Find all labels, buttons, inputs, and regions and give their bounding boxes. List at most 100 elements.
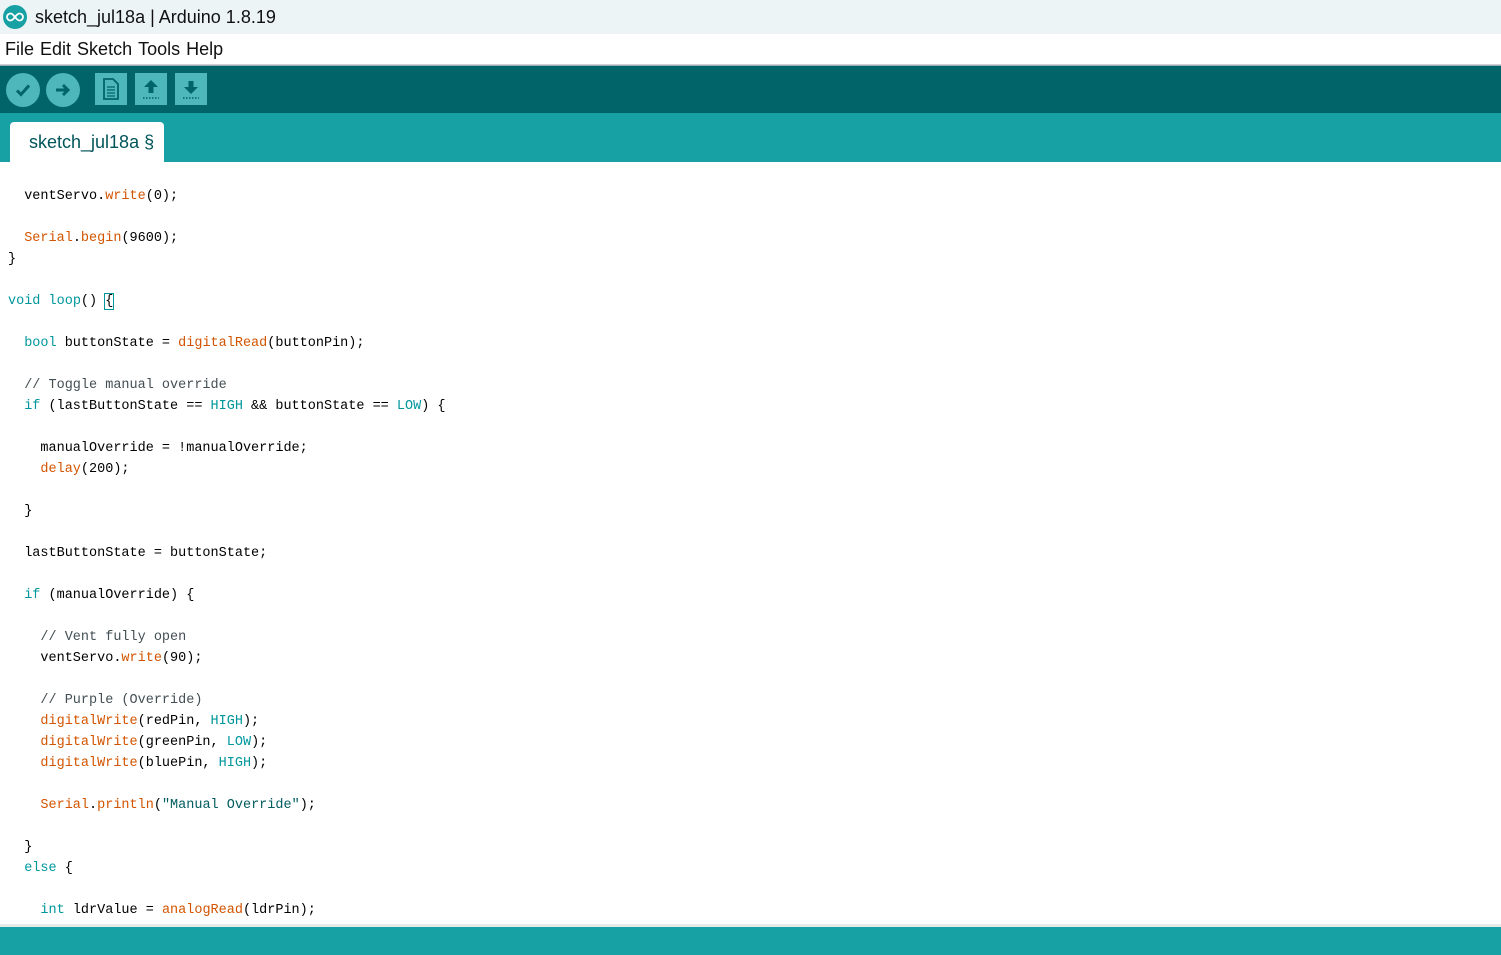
code-token: LOW — [226, 735, 252, 750]
arrow-up-icon — [143, 80, 159, 99]
code-token: delay — [40, 462, 81, 477]
code-token: digitalWrite — [40, 756, 138, 771]
code-token: () — [80, 294, 106, 309]
code-token: else — [24, 861, 57, 876]
code-line: digitalWrite(bluePin, HIGH); — [8, 753, 446, 774]
code-line: } — [8, 249, 446, 270]
menu-tools[interactable]: Tools — [138, 39, 181, 60]
code-token: Serial — [40, 798, 90, 813]
code-line: // Toggle manual override — [8, 375, 446, 396]
arrow-right-icon — [56, 83, 71, 97]
code-line: ventServo.write(90); — [8, 648, 446, 669]
code-token: // Vent fully open — [8, 630, 187, 645]
code-token: begin — [80, 231, 122, 246]
code-token: manualOverride = !manualOverride; — [8, 441, 308, 456]
code-token: ); — [251, 756, 268, 771]
code-token: (9600); — [121, 231, 179, 246]
code-line: } — [8, 501, 446, 522]
code-token: write — [105, 189, 146, 204]
save-button[interactable] — [175, 73, 207, 105]
code-token: } — [8, 840, 33, 855]
code-token: ); — [251, 735, 268, 750]
code-text[interactable]: ventServo.write(0); Serial.begin(9600);}… — [8, 186, 446, 921]
code-token: . — [89, 798, 98, 813]
code-token: "Manual Override" — [161, 798, 300, 813]
code-line: digitalWrite(redPin, HIGH); — [8, 711, 446, 732]
code-line: lastButtonState = buttonState; — [8, 543, 446, 564]
upload-button[interactable] — [46, 73, 80, 107]
code-token: HIGH — [218, 756, 252, 771]
open-button[interactable] — [135, 73, 167, 105]
code-line: manualOverride = !manualOverride; — [8, 438, 446, 459]
code-token: ventServo. — [8, 651, 122, 666]
code-token: int — [40, 903, 65, 918]
code-line: Serial.println("Manual Override"); — [8, 795, 446, 816]
code-token: && buttonState == — [242, 399, 397, 414]
code-line: } — [8, 837, 446, 858]
code-line: ventServo.write(0); — [8, 186, 446, 207]
window-title: sketch_jul18a | Arduino 1.8.19 — [35, 6, 276, 27]
code-line: int ldrValue = analogRead(ldrPin); — [8, 900, 446, 921]
code-token: (0); — [145, 189, 179, 204]
code-line: delay(200); — [8, 459, 446, 480]
check-icon — [15, 84, 31, 97]
code-token: { — [104, 293, 115, 310]
code-token: (200); — [80, 462, 130, 477]
new-button[interactable] — [95, 73, 127, 105]
code-token: ); — [299, 798, 316, 813]
code-token: analogRead — [161, 903, 243, 918]
toolbar — [0, 65, 1501, 114]
code-line: if (manualOverride) { — [8, 585, 446, 606]
code-line: bool buttonState = digitalRead(buttonPin… — [8, 333, 446, 354]
code-token: HIGH — [210, 714, 243, 729]
code-token: (redPin, — [137, 714, 211, 729]
arrow-down-icon — [183, 81, 199, 99]
menu-sketch[interactable]: Sketch — [77, 39, 133, 60]
code-token: LOW — [396, 399, 422, 414]
code-token: ldrValue = — [64, 903, 162, 918]
code-token: (buttonPin); — [267, 336, 365, 351]
tab-bar: sketch_jul18a § — [0, 113, 1501, 162]
code-token: digitalWrite — [40, 714, 138, 729]
menu-edit[interactable]: Edit — [40, 39, 72, 60]
code-line: if (lastButtonState == HIGH && buttonSta… — [8, 396, 445, 417]
code-token: void — [8, 294, 41, 309]
code-token: lastButtonState = buttonState; — [8, 546, 268, 561]
tab-sketch[interactable]: sketch_jul18a § — [10, 122, 165, 162]
code-line: else { — [8, 858, 446, 879]
code-token: } — [8, 504, 33, 519]
code-token: ventServo. — [8, 189, 106, 204]
code-token: loop — [48, 294, 81, 309]
new-document-icon — [103, 78, 119, 100]
verify-button[interactable] — [6, 73, 40, 107]
code-token: } — [8, 252, 17, 267]
code-token: // Purple (Override) — [8, 693, 203, 708]
code-token: (bluePin, — [137, 756, 219, 771]
code-token: (greenPin, — [137, 735, 227, 750]
menu-help[interactable]: Help — [186, 39, 224, 60]
menu-file[interactable]: File — [5, 39, 35, 60]
code-token: bool — [24, 336, 57, 351]
status-bar — [0, 924, 1501, 955]
code-token: ); — [242, 714, 260, 729]
code-editor[interactable]: ventServo.write(0); Serial.begin(9600);}… — [0, 162, 1501, 924]
menu-bar: File Edit Sketch Tools Help — [0, 34, 1501, 65]
